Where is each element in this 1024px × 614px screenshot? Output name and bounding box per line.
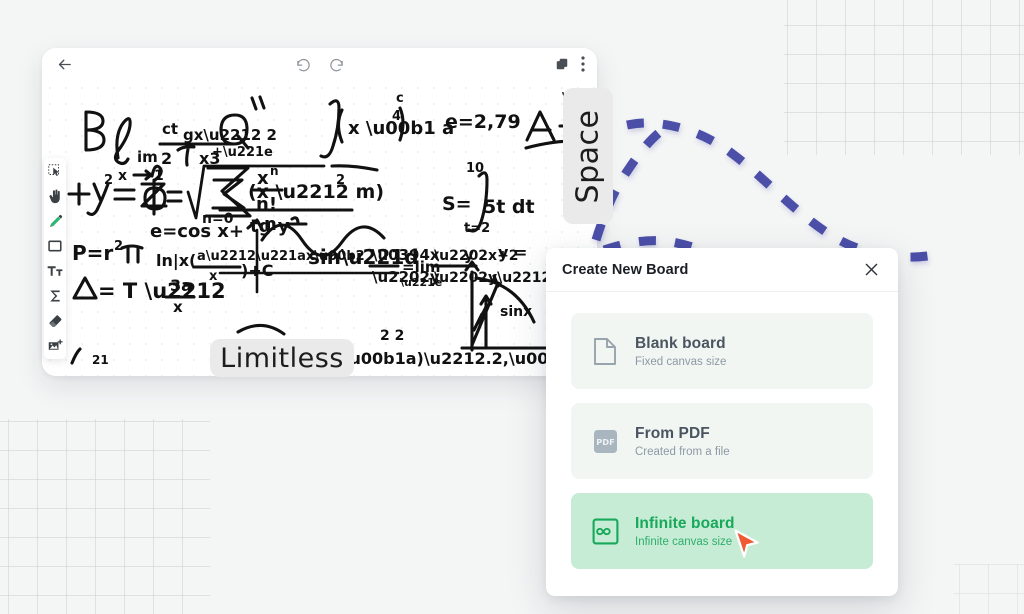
sticky-note-limitless[interactable]: Limitless — [210, 339, 354, 377]
svg-text:+\u221e: +\u221e — [212, 145, 273, 160]
whiteboard-card: im x 1 ct gx\u2212 2 2 x3 2 n=0 +\u221e … — [42, 48, 597, 376]
eraser-tool-button[interactable] — [45, 312, 65, 330]
text-tt-icon — [47, 266, 63, 276]
option-title: Infinite board — [635, 514, 735, 532]
pencil-icon — [49, 214, 62, 227]
svg-text:10: 10 — [466, 161, 484, 176]
option-from-pdf[interactable]: PDF From PDF Created from a file — [571, 403, 873, 479]
add-image-icon — [48, 339, 63, 350]
app-root: im x 1 ct gx\u2212 2 2 x3 2 n=0 +\u221e … — [0, 0, 1024, 614]
svg-text:2 2: 2 2 — [380, 328, 404, 344]
undo-button[interactable] — [296, 57, 311, 72]
background-grid-bottom-right — [954, 564, 1024, 614]
svg-text:sinx: sinx — [500, 304, 532, 320]
duplicate-button[interactable] — [555, 57, 569, 71]
hand-icon — [49, 188, 60, 203]
handwritten-math-ink: im x 1 ct gx\u2212 2 2 x3 2 n=0 +\u221e … — [67, 91, 597, 368]
sticky-space-label: Space — [570, 109, 606, 203]
svg-text:3a: 3a — [170, 276, 192, 295]
text-tool-button[interactable] — [45, 262, 65, 280]
sticky-note-space[interactable]: Space — [563, 88, 613, 224]
shape-tool-button[interactable] — [45, 237, 65, 255]
option-infinite-board[interactable]: Infinite board Infinite canvas size — [571, 493, 873, 569]
hand-tool-button[interactable] — [45, 187, 65, 205]
svg-text:2: 2 — [104, 173, 113, 188]
select-tool-button[interactable] — [45, 162, 65, 180]
eraser-icon — [48, 314, 61, 327]
svg-text:2: 2 — [161, 149, 172, 168]
infinity-board-icon — [589, 515, 621, 547]
modal-body: Blank board Fixed canvas size PDF From P… — [546, 292, 898, 569]
svg-text:ln|x(: ln|x( — [156, 251, 196, 271]
pdf-file-icon: PDF — [589, 425, 621, 457]
square-icon — [48, 240, 62, 252]
svg-text:gx\u2212 2: gx\u2212 2 — [183, 126, 277, 144]
svg-text:x: x — [118, 168, 127, 184]
svg-text:a\u2212\u221ax\u00b2: a\u2212\u221ax\u00b2 — [197, 249, 365, 264]
modal-title: Create New Board — [562, 261, 689, 278]
svg-text:2: 2 — [336, 173, 345, 188]
svg-text:c: c — [396, 91, 404, 106]
svg-text:)+C: )+C — [241, 261, 273, 280]
option-subtitle: Infinite canvas size — [635, 535, 733, 548]
option-title: Blank board — [635, 334, 726, 352]
option-blank-board-text: Blank board Fixed canvas size — [635, 335, 726, 368]
svg-text:PDF: PDF — [596, 437, 614, 447]
svg-text:21: 21 — [92, 353, 109, 367]
sigma-icon — [50, 290, 60, 302]
more-vertical-icon — [581, 56, 585, 72]
document-page-icon — [589, 335, 621, 367]
svg-text:\u221e: \u221e — [400, 276, 442, 289]
svg-text:ct: ct — [162, 120, 178, 138]
option-infinite-board-text: Infinite board Infinite canvas size — [635, 515, 735, 548]
svg-text:S=: S= — [442, 193, 472, 215]
background-grid-bottom-left — [0, 419, 210, 614]
svg-text:P=r: P=r — [72, 241, 113, 265]
svg-text:y =: y = — [498, 243, 527, 262]
svg-text:5t dt: 5t dt — [483, 196, 535, 218]
close-icon — [865, 263, 877, 276]
undo-icon — [296, 58, 310, 71]
option-subtitle: Fixed canvas size — [635, 355, 727, 368]
svg-text:e=cos x+: e=cos x+ — [150, 221, 244, 242]
whiteboard-toolbar — [42, 48, 597, 80]
create-new-board-modal: Create New Board Blank board Fixed canva… — [546, 248, 898, 596]
svg-text:= T \u2212: = T \u2212 — [98, 279, 226, 303]
option-title: From PDF — [635, 424, 710, 442]
redo-button[interactable] — [329, 57, 344, 72]
background-grid-top-right — [784, 0, 1024, 155]
image-tool-button[interactable] — [45, 337, 65, 355]
marquee-select-icon — [47, 163, 59, 176]
option-blank-board[interactable]: Blank board Fixed canvas size — [571, 313, 873, 389]
svg-text:(x \u2212 m): (x \u2212 m) — [248, 181, 384, 203]
modal-header: Create New Board — [546, 248, 898, 292]
sticky-limitless-label: Limitless — [220, 342, 344, 374]
whiteboard-canvas[interactable]: im x 1 ct gx\u2212 2 2 x3 2 n=0 +\u221e … — [42, 80, 597, 376]
svg-text:im: im — [137, 148, 158, 166]
more-options-button[interactable] — [581, 56, 585, 72]
svg-text:e=2,79: e=2,79 — [445, 111, 521, 133]
formula-tool-button[interactable] — [45, 287, 65, 305]
option-subtitle: Created from a file — [635, 445, 730, 458]
tool-rail — [44, 158, 66, 359]
back-arrow-icon — [58, 59, 71, 69]
back-button[interactable] — [56, 56, 73, 73]
svg-text:x: x — [173, 298, 183, 316]
redo-icon — [329, 58, 343, 71]
svg-text:t=2: t=2 — [464, 221, 490, 236]
modal-close-button[interactable] — [862, 261, 880, 279]
pen-tool-button[interactable] — [45, 212, 65, 230]
option-from-pdf-text: From PDF Created from a file — [635, 425, 730, 458]
layers-icon — [556, 58, 568, 70]
